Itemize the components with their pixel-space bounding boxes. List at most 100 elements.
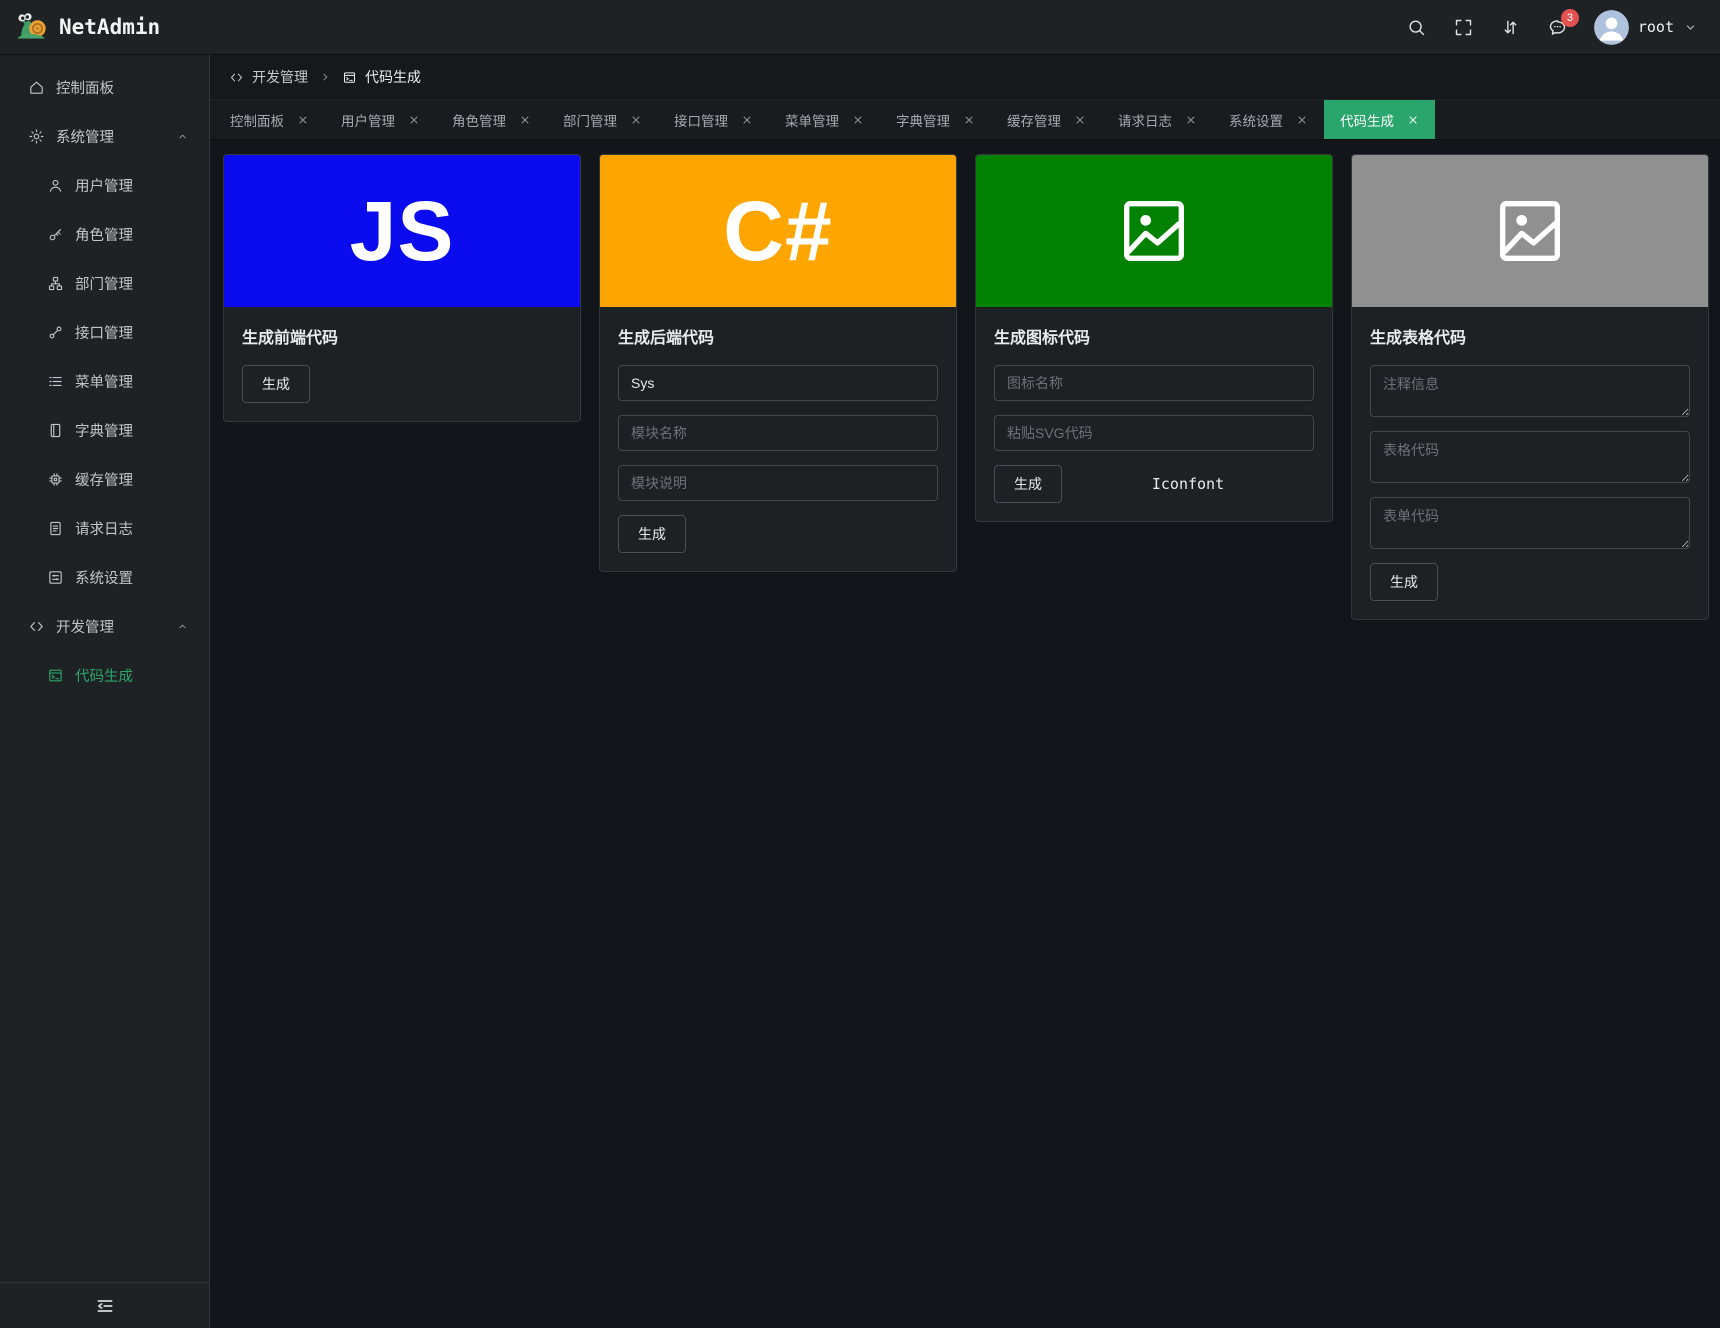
tab-users[interactable]: 用户管理 <box>325 100 436 139</box>
icon-generate-button[interactable]: 生成 <box>994 465 1062 503</box>
gear-icon <box>28 128 45 145</box>
banner-text: C# <box>723 184 833 278</box>
tab-code-generation[interactable]: 代码生成 <box>1324 100 1435 139</box>
user-icon <box>47 177 64 194</box>
sidebar-menu: 控制面板系统管理用户管理角色管理部门管理接口管理菜单管理字典管理缓存管理请求日志… <box>0 55 209 1282</box>
sidebar-item-users[interactable]: 用户管理 <box>0 161 209 210</box>
swap-arrows-icon[interactable] <box>1500 17 1521 38</box>
tab-departments[interactable]: 部门管理 <box>547 100 658 139</box>
sidebar-item-code-generation[interactable]: 代码生成 <box>0 651 209 700</box>
card-body: 生成表格代码生成 <box>1352 307 1708 619</box>
tab-label: 用户管理 <box>341 113 395 129</box>
card-body: 生成后端代码生成 <box>600 307 956 571</box>
sidebar-item-label: 用户管理 <box>75 179 133 195</box>
chevron-down-icon <box>1683 20 1698 35</box>
sidebar-collapse-button[interactable] <box>95 1296 115 1316</box>
tab-cache[interactable]: 缓存管理 <box>991 100 1102 139</box>
tab-roles[interactable]: 角色管理 <box>436 100 547 139</box>
sidebar-item-label: 接口管理 <box>75 326 133 342</box>
breadcrumb-item[interactable]: 开发管理 <box>229 67 308 87</box>
tab-close-icon[interactable] <box>1074 114 1086 126</box>
sidebar-item-request-logs[interactable]: 请求日志 <box>0 504 209 553</box>
tab-close-icon[interactable] <box>1296 114 1308 126</box>
brand[interactable]: NetAdmin <box>14 11 160 43</box>
messages-icon[interactable]: 3 <box>1547 8 1579 38</box>
sidebar-footer <box>0 1282 209 1328</box>
tab-label: 部门管理 <box>563 113 617 129</box>
terminal-icon <box>342 70 357 85</box>
tab-label: 接口管理 <box>674 113 728 129</box>
sidebar-item-departments[interactable]: 部门管理 <box>0 259 209 308</box>
tab-close-icon[interactable] <box>1185 114 1197 126</box>
table-textarea-3[interactable] <box>1370 497 1690 549</box>
frontend-generate-button[interactable]: 生成 <box>242 365 310 403</box>
sidebar-item-dictionaries[interactable]: 字典管理 <box>0 406 209 455</box>
tab-close-icon[interactable] <box>852 114 864 126</box>
cards-row: JS生成前端代码生成C#生成后端代码生成生成图标代码生成Iconfont生成表格… <box>210 140 1720 1328</box>
backend-generate-button[interactable]: 生成 <box>618 515 686 553</box>
sidebar-item-development[interactable]: 开发管理 <box>0 602 209 651</box>
sidebar-item-label: 系统管理 <box>56 130 114 146</box>
tab-close-icon[interactable] <box>963 114 975 126</box>
chevron-right-icon <box>318 70 332 84</box>
tab-menus[interactable]: 菜单管理 <box>769 100 880 139</box>
card-title: 生成表格代码 <box>1370 330 1467 347</box>
tab-close-icon[interactable] <box>519 114 531 126</box>
tab-close-icon[interactable] <box>630 114 642 126</box>
tab-apis[interactable]: 接口管理 <box>658 100 769 139</box>
icon-input-1[interactable] <box>994 365 1314 401</box>
fullscreen-icon[interactable] <box>1453 17 1474 38</box>
sidebar-item-system[interactable]: 系统管理 <box>0 112 209 161</box>
sidebar-item-label: 角色管理 <box>75 228 133 244</box>
card-banner-table <box>1352 155 1708 307</box>
tab-close-icon[interactable] <box>741 114 753 126</box>
card-banner-icon <box>976 155 1332 307</box>
terminal-icon <box>47 667 64 684</box>
sidebar-item-menus[interactable]: 菜单管理 <box>0 357 209 406</box>
table-textarea-2[interactable] <box>1370 431 1690 483</box>
breadcrumb-item[interactable]: 代码生成 <box>342 67 421 87</box>
tab-close-icon[interactable] <box>1407 114 1419 126</box>
icon-input-2[interactable] <box>994 415 1314 451</box>
table-generate-button[interactable]: 生成 <box>1370 563 1438 601</box>
sidebar-item-dashboard[interactable]: 控制面板 <box>0 63 209 112</box>
image-icon <box>1116 193 1192 269</box>
tab-request-logs[interactable]: 请求日志 <box>1102 100 1213 139</box>
table-textarea-1[interactable] <box>1370 365 1690 417</box>
sidebar-item-label: 字典管理 <box>75 424 133 440</box>
sidebar-item-settings[interactable]: 系统设置 <box>0 553 209 602</box>
tab-close-icon[interactable] <box>297 114 309 126</box>
sidebar-item-cache[interactable]: 缓存管理 <box>0 455 209 504</box>
sidebar-item-roles[interactable]: 角色管理 <box>0 210 209 259</box>
tab-label: 代码生成 <box>1340 113 1394 129</box>
tab-dashboard[interactable]: 控制面板 <box>214 100 325 139</box>
key-icon <box>47 226 64 243</box>
iconfont-link[interactable]: Iconfont <box>1062 475 1314 493</box>
book-icon <box>47 422 64 439</box>
sidebar-item-apis[interactable]: 接口管理 <box>0 308 209 357</box>
snail-logo-icon <box>14 11 50 43</box>
user-menu[interactable]: root <box>1593 9 1698 45</box>
backend-input-2[interactable] <box>618 415 938 451</box>
backend-input-3[interactable] <box>618 465 938 501</box>
image-icon <box>1492 193 1568 269</box>
backend-input-1[interactable] <box>618 365 938 401</box>
list-icon <box>47 373 64 390</box>
brand-name: NetAdmin <box>59 15 161 39</box>
card-banner-backend: C# <box>600 155 956 307</box>
tab-settings[interactable]: 系统设置 <box>1213 100 1324 139</box>
tab-label: 请求日志 <box>1118 113 1172 129</box>
search-icon[interactable] <box>1406 17 1427 38</box>
code-icon <box>229 70 244 85</box>
sidebar-item-label: 控制面板 <box>56 81 114 97</box>
sidebar-item-label: 缓存管理 <box>75 473 133 489</box>
panel-icon <box>47 569 64 586</box>
chevron-up-icon <box>176 130 189 143</box>
tab-close-icon[interactable] <box>408 114 420 126</box>
tab-label: 控制面板 <box>230 113 284 129</box>
home-icon <box>28 79 45 96</box>
sidebar-item-label: 代码生成 <box>75 669 133 685</box>
breadcrumb: 开发管理 代码生成 <box>210 55 1720 100</box>
tab-dictionaries[interactable]: 字典管理 <box>880 100 991 139</box>
card-body: 生成前端代码 生成 <box>224 307 580 421</box>
